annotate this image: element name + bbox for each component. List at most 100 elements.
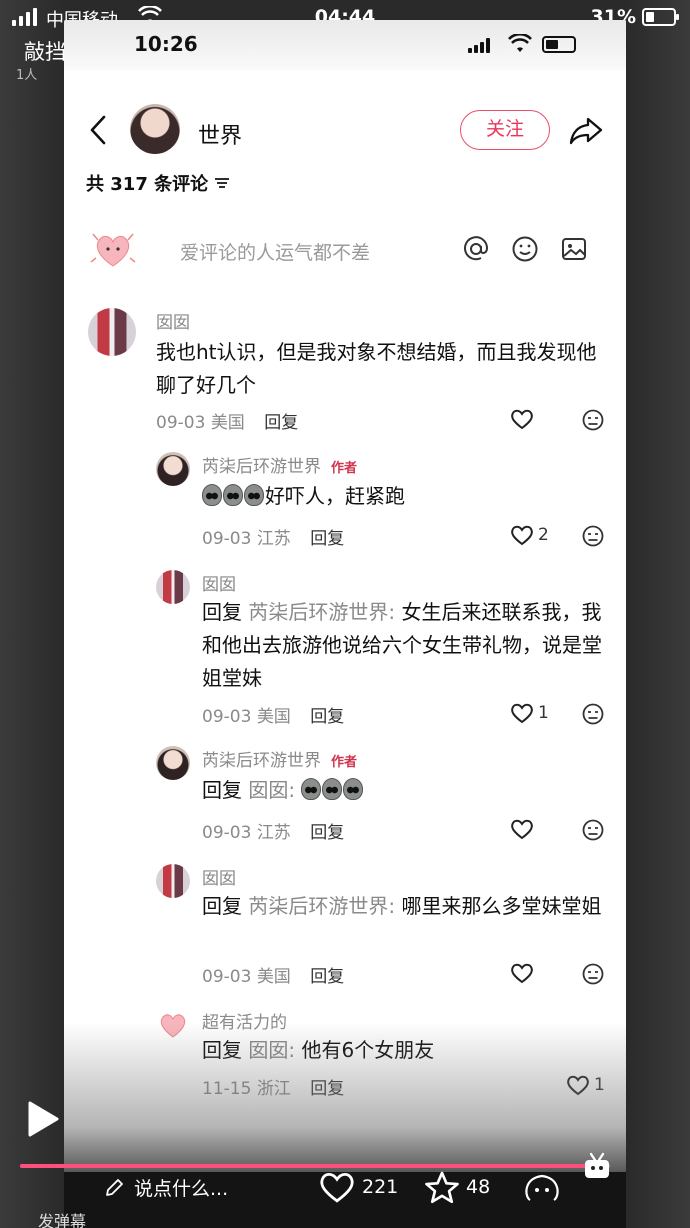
reply-target[interactable]: 芮柒后环游世界 <box>248 894 388 918</box>
avatar[interactable] <box>156 570 190 604</box>
comment-date: 09-03 <box>202 529 252 549</box>
reply-button[interactable]: 回复 <box>264 413 298 433</box>
reply-prefix: 回复 <box>202 1038 242 1062</box>
reply-target[interactable]: 囡囡 <box>248 778 288 802</box>
comment-username[interactable]: 芮柒后环游世界 <box>202 751 321 771</box>
sort-icon[interactable] <box>214 176 230 190</box>
comment-username-row: 芮柒后环游世界 作者 <box>202 452 357 477</box>
reply-item: 囡囡 回复 芮柒后环游世界: 女生后来还联系我，我和他出去旅游他说给六个女生带礼… <box>64 568 626 728</box>
bottom-comment-input[interactable]: 说点什么... <box>104 1174 228 1201</box>
reply-item: 超有活力的 回复 囡囡: 他有6个女朋友 11-15 浙江 回复 1 <box>64 1006 626 1106</box>
comment-icon <box>525 1174 559 1201</box>
comment-username[interactable]: 超有活力的 <box>202 1008 287 1033</box>
like-button[interactable] <box>510 408 538 430</box>
comment-location: 浙江 <box>256 1079 291 1099</box>
dislike-icon[interactable] <box>582 409 604 431</box>
favorite-button[interactable]: 48 <box>424 1170 490 1204</box>
comment-text: 我也ht认识，但是我对象不想结婚，而且我发现他聊了好几个 <box>156 340 597 397</box>
avatar[interactable] <box>156 746 190 780</box>
like-button[interactable]: 1 <box>566 1074 605 1096</box>
comment-location: 江苏 <box>256 529 291 549</box>
heart-icon <box>511 703 533 724</box>
comment-input-row[interactable]: 爱评论的人运气都不差 <box>64 220 626 280</box>
avatar[interactable] <box>88 308 136 356</box>
like-button[interactable]: 1 <box>510 702 549 724</box>
comment-username[interactable]: 囡囡 <box>202 864 236 889</box>
author-avatar[interactable] <box>130 104 180 154</box>
comment-meta: 09-03 美国 回复 <box>202 702 344 727</box>
reply-item: 囡囡 回复 芮柒后环游世界: 哪里来那么多堂妹堂姐 09-03 美国 回复 <box>64 862 626 992</box>
dislike-icon[interactable] <box>582 525 604 547</box>
comment-username[interactable]: 芮柒后环游世界 <box>202 457 321 477</box>
reply-button[interactable]: 回复 <box>310 967 344 987</box>
heart-icon <box>511 819 533 840</box>
reply-button[interactable]: 回复 <box>310 823 344 843</box>
at-icon[interactable] <box>462 235 490 263</box>
background-blur-right <box>626 0 690 1228</box>
reply-prefix: 回复 <box>202 894 242 918</box>
like-button[interactable] <box>510 962 538 984</box>
inner-clock: 10:26 <box>134 32 198 56</box>
reply-target[interactable]: 芮柒后环游世界 <box>248 600 388 624</box>
heart-icon <box>511 963 533 984</box>
comment-item: 囡囡 我也ht认识，但是我对象不想结婚，而且我发现他聊了好几个 09-03 美国… <box>64 306 626 433</box>
like-count: 2 <box>538 525 549 545</box>
comment-meta: 09-03 美国 回复 <box>156 408 298 433</box>
play-icon[interactable] <box>24 1100 60 1138</box>
dislike-icon[interactable] <box>582 819 604 841</box>
background-blur-left <box>0 0 64 1228</box>
like-count: 1 <box>594 1075 605 1095</box>
reply-button[interactable]: 回复 <box>310 1079 344 1099</box>
comment-username[interactable]: 囡囡 <box>202 570 236 595</box>
comment-input[interactable]: 爱评论的人运气都不差 <box>180 238 370 265</box>
reply-item: 芮柒后环游世界 作者 好吓人，赶紧跑 09-03 江苏 回复 2 <box>64 450 626 550</box>
danmu-button[interactable]: 发弹幕 <box>38 1208 86 1228</box>
comment-location: 美国 <box>210 413 245 433</box>
reply-button[interactable]: 回复 <box>310 707 344 727</box>
comment-date: 09-03 <box>202 823 252 843</box>
comment-text: 哪里来那么多堂妹堂姐 <box>401 894 602 918</box>
battery-icon <box>642 8 679 26</box>
comment-location: 美国 <box>256 707 291 727</box>
follow-button[interactable]: 关注 <box>460 110 550 150</box>
reply-prefix: 回复 <box>202 778 242 802</box>
author-tag: 作者 <box>331 461 358 476</box>
author-name[interactable]: 世界 <box>198 118 242 150</box>
comment-date: 11-15 <box>202 1079 252 1099</box>
comment-username[interactable]: 囡囡 <box>156 308 190 333</box>
comment-bubble-button[interactable] <box>522 1170 562 1204</box>
comment-location: 江苏 <box>256 823 291 843</box>
dislike-icon[interactable] <box>582 703 604 725</box>
avatar[interactable] <box>156 1008 190 1042</box>
outer-video-title: 敲挡 <box>24 40 66 64</box>
comment-count: 共 317 条评论 <box>86 174 209 195</box>
profile-header: 世界 关注 <box>64 98 626 166</box>
back-icon[interactable] <box>86 114 110 146</box>
inner-status-bar: 10:26 <box>64 20 626 70</box>
like-button[interactable] <box>510 818 538 840</box>
comment-count-row[interactable]: 共 317 条评论 <box>86 170 230 196</box>
comment-date: 09-03 <box>156 413 206 433</box>
comment-username-row: 芮柒后环游世界 作者 <box>202 746 357 771</box>
reply-target[interactable]: 囡囡 <box>248 1038 288 1062</box>
avatar[interactable] <box>156 452 190 486</box>
star-icon <box>425 1171 459 1204</box>
video-like-button[interactable]: 221 <box>318 1170 398 1204</box>
avatar[interactable] <box>156 864 190 898</box>
dislike-icon[interactable] <box>582 963 604 985</box>
outer-viewer-count: 1人 <box>16 68 38 83</box>
emoji-icon[interactable] <box>511 235 539 263</box>
comment-date: 09-03 <box>202 707 252 727</box>
inner-signal-icon <box>468 38 490 53</box>
comment-meta: 09-03 江苏 回复 <box>202 524 344 549</box>
my-avatar <box>90 233 136 267</box>
comment-meta: 09-03 美国 回复 <box>202 962 344 987</box>
like-button[interactable]: 2 <box>510 524 549 546</box>
comment-text: 他有6个女朋友 <box>301 1038 435 1062</box>
reply-button[interactable]: 回复 <box>310 529 344 549</box>
video-like-count: 221 <box>362 1176 399 1198</box>
image-icon[interactable] <box>560 235 588 263</box>
share-icon[interactable] <box>568 116 604 146</box>
heart-icon <box>567 1075 589 1096</box>
heart-icon <box>511 409 533 430</box>
